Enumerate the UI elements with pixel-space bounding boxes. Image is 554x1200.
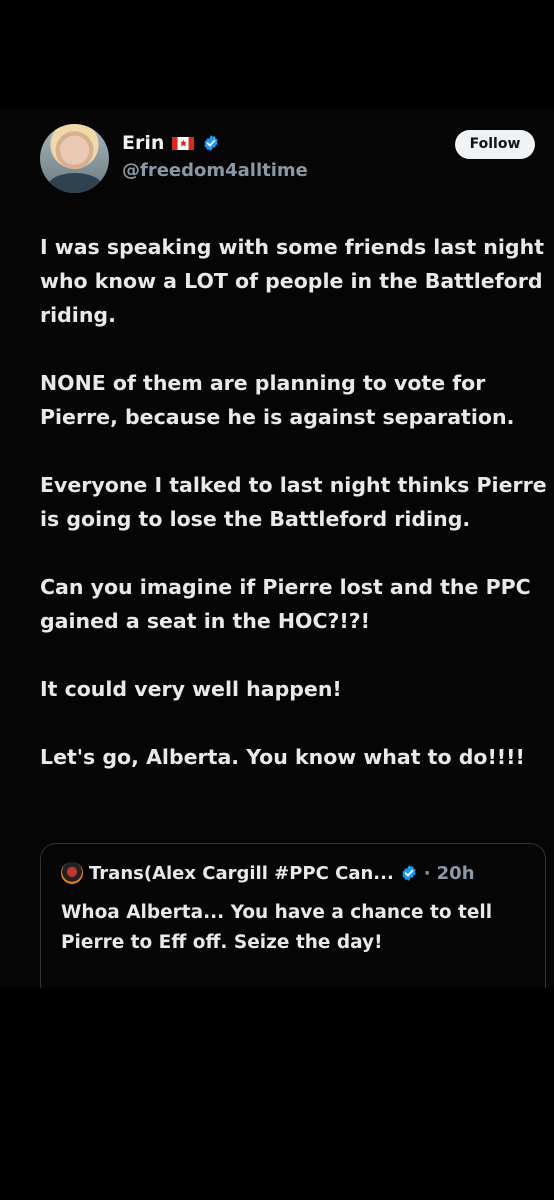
post-text: I was speaking with some friends last ni… [40, 230, 550, 808]
separator-dot: · [423, 862, 431, 884]
quoted-post-card[interactable]: Trans(Alex Cargill #PPC Can... · 20h Who… [40, 843, 546, 1004]
author-name[interactable]: Erin [122, 132, 164, 154]
post-paragraph: Let's go, Alberta. You know what to do!!… [40, 745, 525, 769]
author-name-row: Erin [122, 130, 220, 156]
quoted-author-name[interactable]: Trans(Alex Cargill #PPC Can... [89, 863, 394, 884]
canada-flag-icon [172, 136, 195, 150]
verified-badge-icon [204, 135, 218, 151]
author-avatar[interactable] [40, 124, 109, 193]
quoted-post-time[interactable]: 20h [437, 863, 475, 884]
verified-badge-icon [402, 865, 416, 881]
post-paragraph: I was speaking with some friends last ni… [40, 235, 544, 327]
post-paragraph: NONE of them are planning to vote for Pi… [40, 371, 515, 429]
post-paragraph: Everyone I talked to last night thinks P… [40, 473, 547, 531]
quoted-author-avatar-icon[interactable] [61, 862, 83, 884]
follow-button[interactable]: Follow [455, 130, 535, 159]
post-paragraph: It could very well happen! [40, 677, 342, 701]
top-black-area [0, 0, 554, 108]
bottom-black-area [0, 988, 554, 1200]
quoted-post-header: Trans(Alex Cargill #PPC Can... · 20h [61, 862, 475, 884]
author-handle[interactable]: @freedom4alltime [122, 160, 308, 181]
quoted-post-text: Whoa Alberta... You have a chance to tel… [61, 902, 493, 953]
avatar-shirt [48, 173, 102, 193]
post-paragraph: Can you imagine if Pierre lost and the P… [40, 575, 531, 633]
